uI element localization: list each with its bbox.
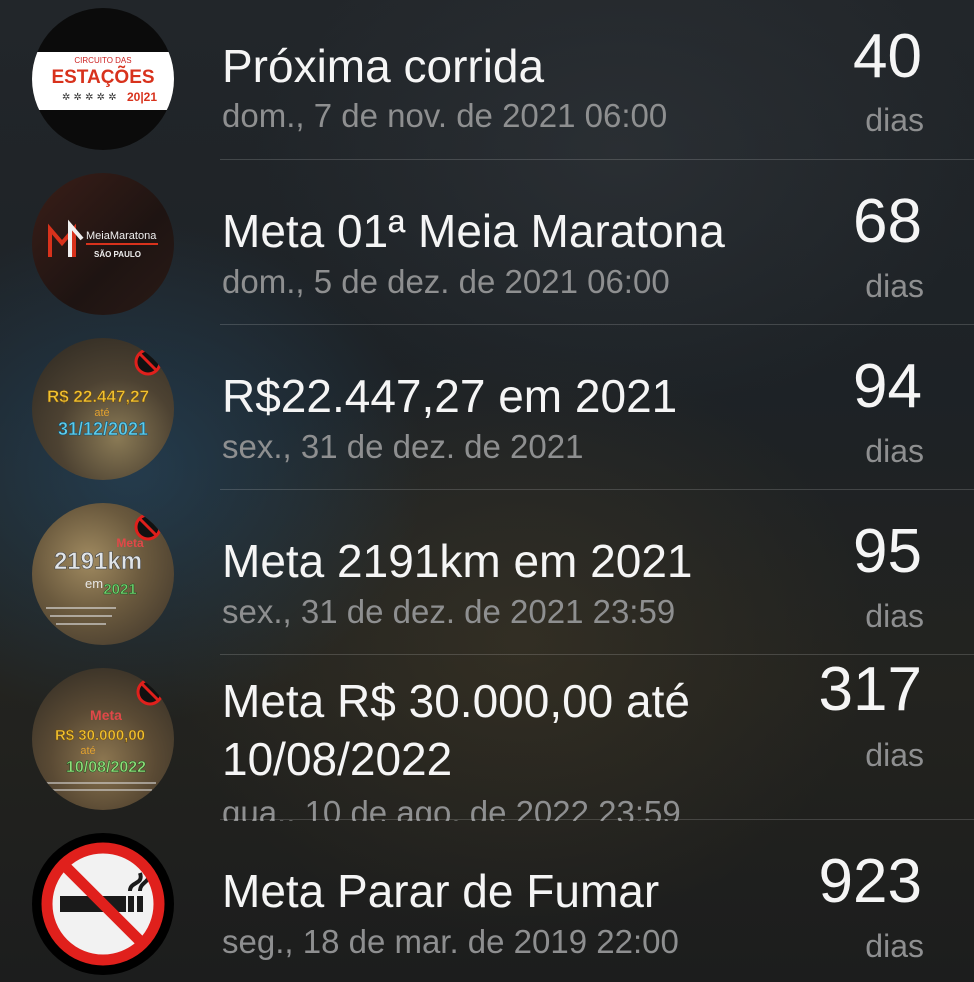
event-row[interactable]: MeiaMaratona SÃO PAULO Meta 01ª Meia Mar… <box>0 160 974 325</box>
svg-text:10/08/2022: 10/08/2022 <box>66 759 146 776</box>
event-date: sex., 31 de dez. de 2021 <box>222 428 584 465</box>
svg-text:2021: 2021 <box>103 581 136 598</box>
days-unit: dias <box>865 737 924 773</box>
svg-text:R$ 30.000,00: R$ 30.000,00 <box>55 727 145 744</box>
money-goal-image-icon: R$ 22.447,27 até 31/12/2021 <box>32 338 174 480</box>
svg-text:em: em <box>85 576 103 591</box>
event-row[interactable]: CIRCUITO DAS ESTAÇÕES ✲ ✲ ✲ ✲ ✲ 20|21 Pr… <box>0 0 974 160</box>
meia-maratona-sao-paulo-logo-icon: MeiaMaratona SÃO PAULO <box>32 173 174 315</box>
days-unit: dias <box>865 268 924 304</box>
days-count: 68 <box>853 187 922 256</box>
svg-text:2191km: 2191km <box>54 548 142 575</box>
no-smoking-icon <box>32 833 174 975</box>
svg-text:✲ ✲ ✲ ✲ ✲: ✲ ✲ ✲ ✲ ✲ <box>62 92 117 103</box>
days-count: 317 <box>818 655 922 724</box>
circuito-das-estacoes-logo-icon: CIRCUITO DAS ESTAÇÕES ✲ ✲ ✲ ✲ ✲ 20|21 <box>32 8 174 150</box>
event-title: R$22.447,27 em 2021 <box>222 370 678 422</box>
event-date: seg., 18 de mar. de 2019 22:00 <box>222 923 679 960</box>
days-unit: dias <box>865 598 924 634</box>
days-unit: dias <box>865 433 924 469</box>
event-date: dom., 7 de nov. de 2021 06:00 <box>222 97 668 134</box>
event-row[interactable]: Meta Parar de Fumar seg., 18 de mar. de … <box>0 820 974 982</box>
event-row[interactable]: Meta 2191km em 2021 Meta 2191km em 2021 … <box>0 490 974 655</box>
svg-text:R$ 22.447,27: R$ 22.447,27 <box>47 387 149 406</box>
svg-text:ESTAÇÕES: ESTAÇÕES <box>51 66 154 88</box>
event-date: dom., 5 de dez. de 2021 06:00 <box>222 263 670 300</box>
svg-text:CIRCUITO DAS: CIRCUITO DAS <box>74 56 131 65</box>
event-title-line-1: Meta R$ 30.000,00 até <box>222 675 690 727</box>
days-unit: dias <box>865 928 924 964</box>
days-unit: dias <box>865 102 924 138</box>
event-date-clip: qua., 10 de ago. de 2022 23:59 <box>222 793 681 821</box>
event-title: Próxima corrida <box>222 40 545 92</box>
event-title: Meta 01ª Meia Maratona <box>222 205 725 257</box>
svg-text:até: até <box>80 745 95 757</box>
event-row[interactable]: Meta R$ 30.000,00 até 10/08/2022 Meta R$… <box>0 655 974 821</box>
days-count: 94 <box>853 352 922 421</box>
svg-text:até: até <box>94 407 109 419</box>
money-goal-image-icon: Meta R$ 30.000,00 até 10/08/2022 <box>32 668 174 810</box>
countdown-widget: CIRCUITO DAS ESTAÇÕES ✲ ✲ ✲ ✲ ✲ 20|21 Pr… <box>0 0 974 982</box>
km-goal-image-icon: Meta 2191km em 2021 <box>32 503 174 645</box>
event-date: qua., 10 de ago. de 2022 23:59 <box>222 794 681 821</box>
days-count: 40 <box>853 22 922 91</box>
days-count: 923 <box>818 847 922 916</box>
event-title: Meta 2191km em 2021 <box>222 535 693 587</box>
svg-text:MeiaMaratona: MeiaMaratona <box>86 230 157 242</box>
svg-text:Meta: Meta <box>90 707 122 723</box>
event-title: Meta Parar de Fumar <box>222 865 660 917</box>
svg-text:SÃO PAULO: SÃO PAULO <box>94 250 141 259</box>
days-count: 95 <box>853 517 922 586</box>
event-row[interactable]: R$ 22.447,27 até 31/12/2021 R$22.447,27 … <box>0 325 974 490</box>
svg-text:20|21: 20|21 <box>127 90 157 104</box>
event-date: sex., 31 de dez. de 2021 23:59 <box>222 593 676 630</box>
svg-text:31/12/2021: 31/12/2021 <box>58 419 148 439</box>
event-title-line-2: 10/08/2022 <box>222 733 453 785</box>
